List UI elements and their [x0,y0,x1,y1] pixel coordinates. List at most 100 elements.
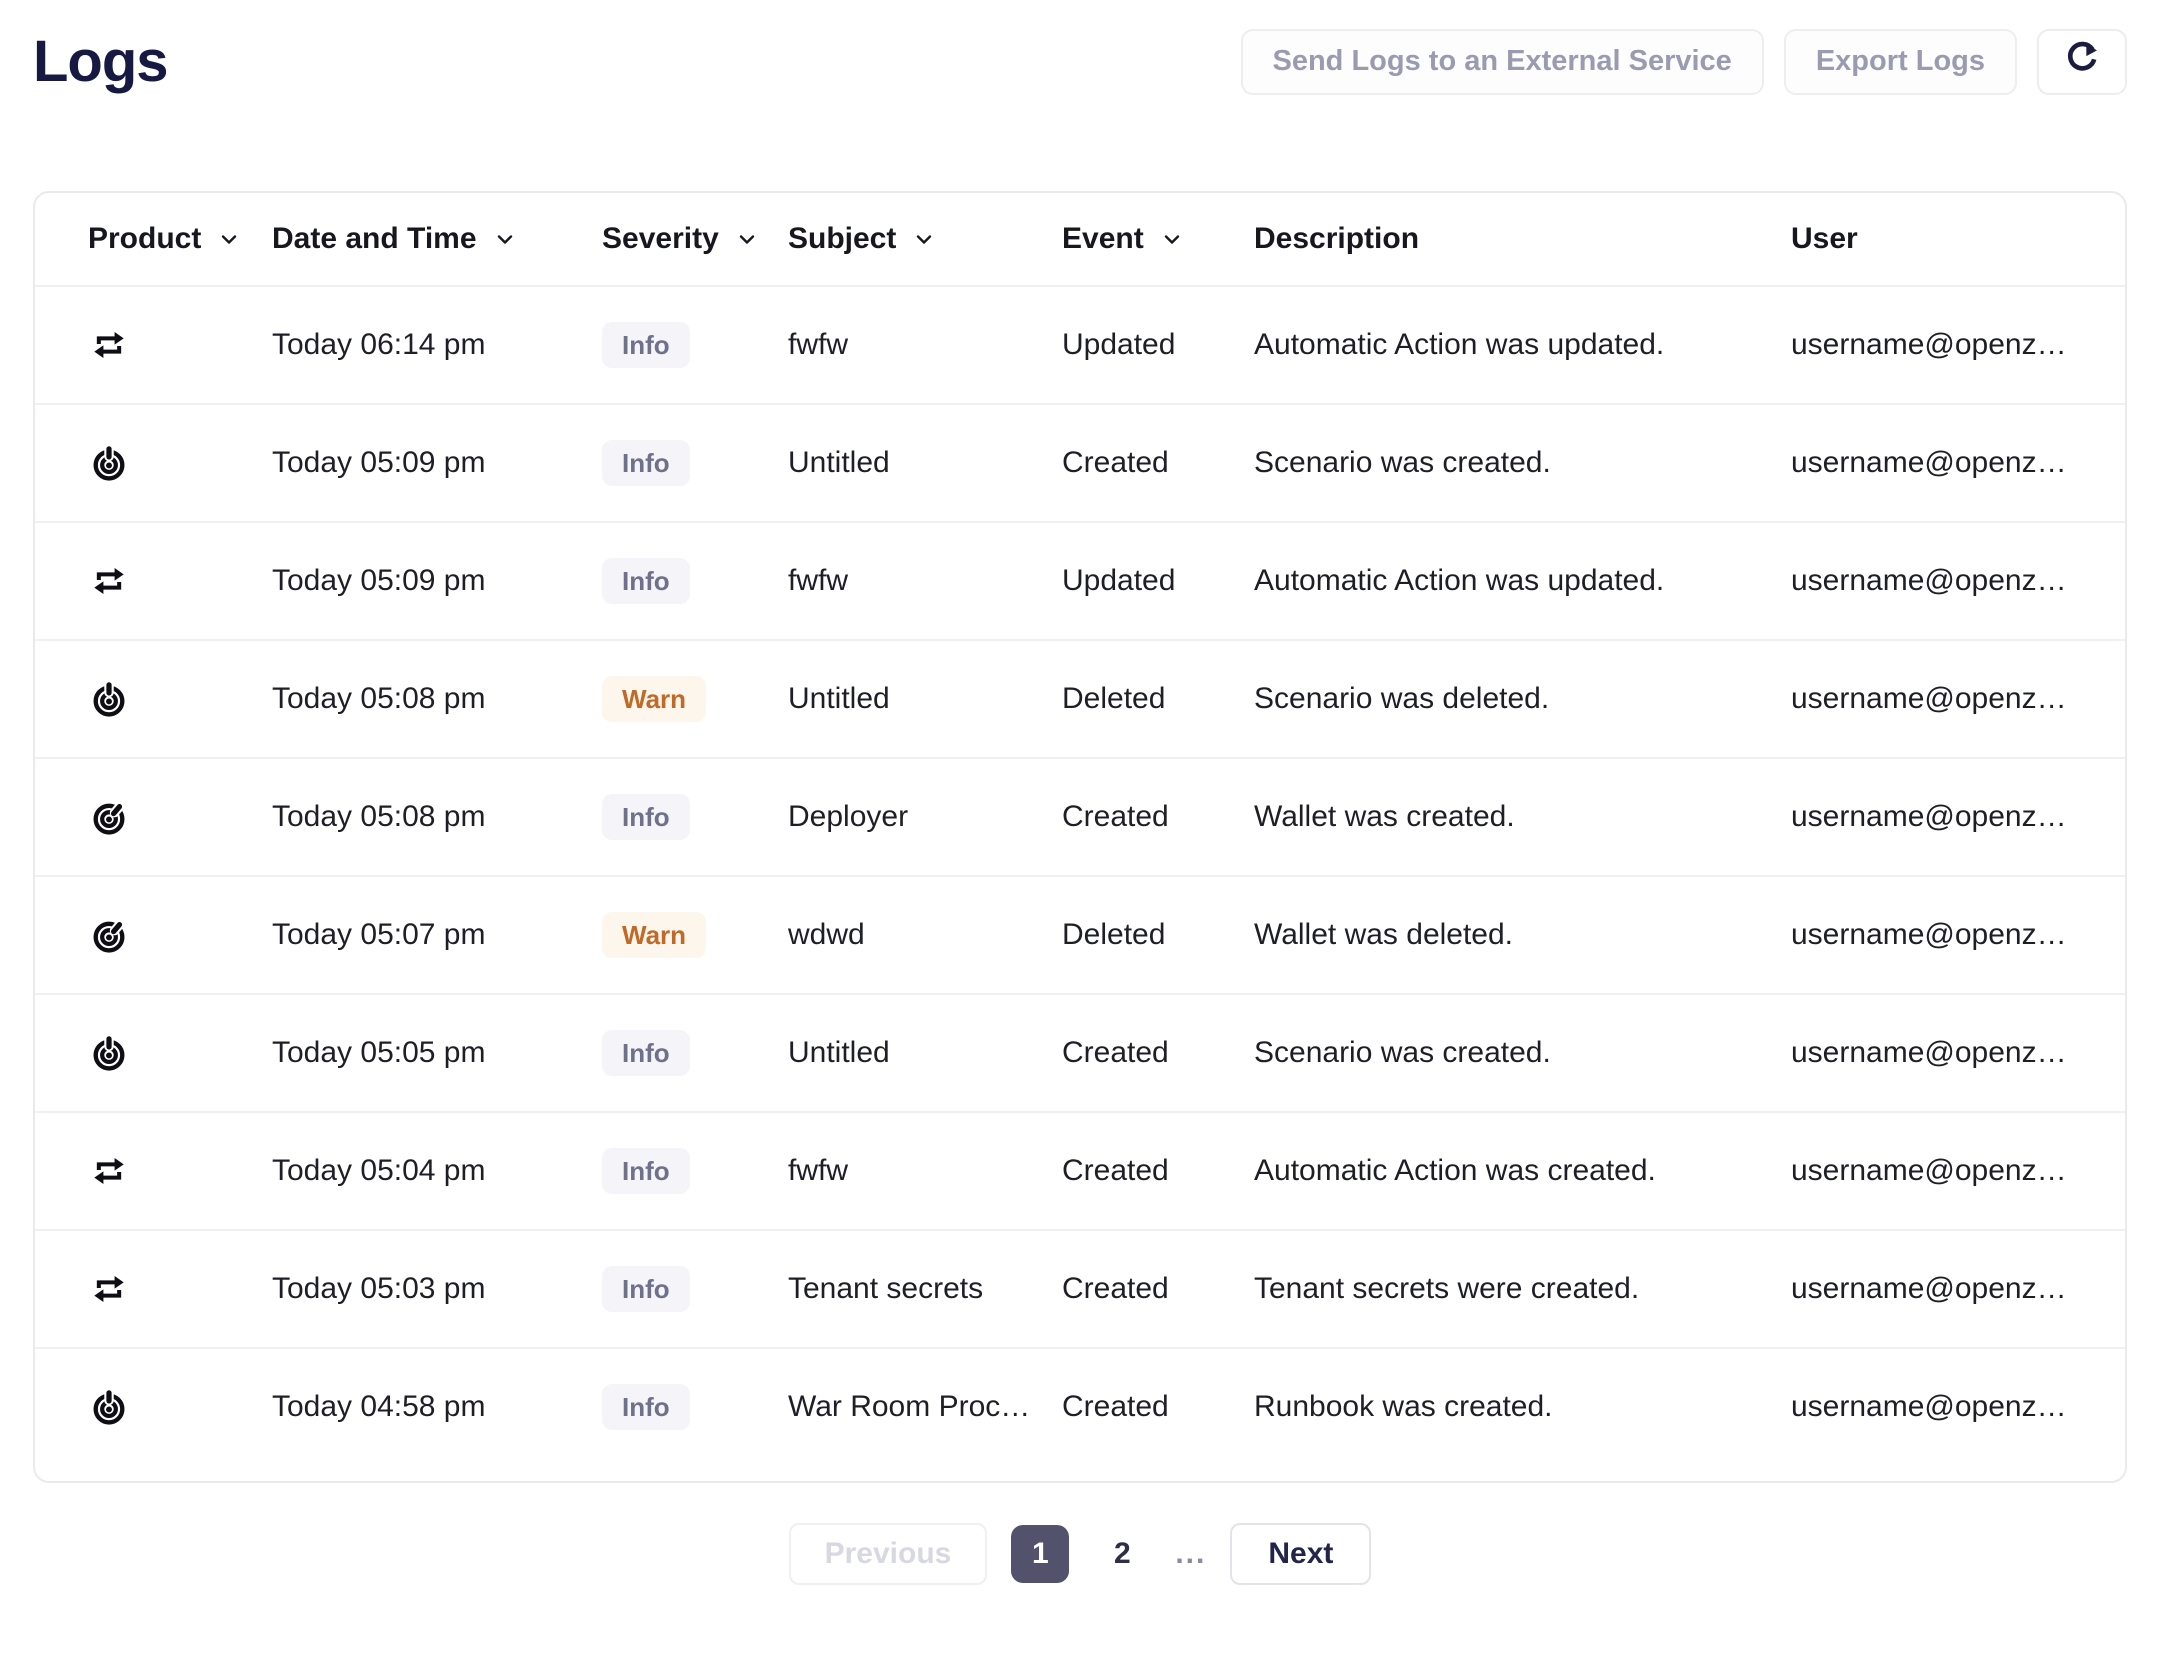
column-header-date-and-time[interactable]: Date and Time [272,222,602,256]
column-label: User [1791,222,1858,256]
product-cell [88,1268,272,1310]
event-cell: Created [1062,1036,1254,1070]
severity-badge: Info [602,1148,690,1194]
page-button-1[interactable]: 1 [1011,1525,1069,1583]
datetime-cell: Today 05:04 pm [272,1154,602,1188]
column-header-product[interactable]: Product [88,222,272,256]
severity-cell: Info [602,558,788,604]
product-cell [88,442,272,484]
description-cell: Runbook was created. [1254,1390,1791,1424]
severity-badge: Info [602,440,690,486]
table-row[interactable]: Today 05:04 pmInfofwfwCreatedAutomatic A… [35,1111,2125,1229]
description-cell: Wallet was deleted. [1254,918,1791,952]
logs-table-card: Product Date and Time Severity Subject E… [33,191,2127,1483]
severity-badge: Info [602,322,690,368]
toolbar: Send Logs to an External Service Export … [1241,29,2128,95]
severity-cell: Info [602,1148,788,1194]
description-cell: Scenario was created. [1254,446,1791,480]
datetime-cell: Today 05:05 pm [272,1036,602,1070]
severity-cell: Warn [602,912,788,958]
column-header-description: Description [1254,222,1791,256]
datetime-cell: Today 05:03 pm [272,1272,602,1306]
table-row[interactable]: Today 05:09 pmInfo UntitledCreatedScenari… [35,403,2125,521]
table-row[interactable]: Today 05:08 pmWarnUntitledDeletedScenari… [35,639,2125,757]
datetime-cell: Today 04:58 pm [272,1390,602,1424]
next-page-button[interactable]: Next [1230,1523,1371,1585]
subject-cell: Untitled [788,1036,1062,1070]
table-row[interactable]: Today 06:14 pmInfofwfwUpdatedAutomatic A… [35,285,2125,403]
datetime-cell: Today 05:09 pm [272,446,602,480]
event-cell: Created [1062,1154,1254,1188]
product-cell [88,678,272,720]
page-button-2[interactable]: 2 [1093,1525,1151,1583]
description-cell: Scenario was deleted. [1254,682,1791,716]
table-row[interactable]: Today 04:58 pmInfoWar Room Proced...Crea… [35,1347,2125,1465]
table-row[interactable]: Today 05:09 pmInfofwfwUpdatedAutomatic A… [35,521,2125,639]
column-label: Date and Time [272,222,477,256]
column-header-event[interactable]: Event [1062,222,1254,256]
table-row[interactable]: Today 05:03 pmInfoTenant secretsCreatedT… [35,1229,2125,1347]
refresh-icon [2062,38,2102,78]
previous-page-button[interactable]: Previous [789,1523,988,1585]
column-header-severity[interactable]: Severity [602,222,788,256]
product-cell [88,560,272,602]
user-cell: username@openzeppe... [1791,1272,2095,1306]
subject-cell: Untitled [788,446,1062,480]
actions-repeat-icon [88,1150,130,1192]
user-cell: username@openzeppe... [1791,682,2095,716]
event-cell: Created [1062,446,1254,480]
datetime-cell: Today 05:08 pm [272,800,602,834]
subject-cell: wdwd [788,918,1062,952]
column-header-subject[interactable]: Subject [788,222,1062,256]
chevron-down-icon [735,227,759,251]
subject-cell: Untitled [788,682,1062,716]
subject-cell: fwfw [788,564,1062,598]
user-cell: username@openzeppe... [1791,328,2095,362]
chevron-down-icon [912,227,936,251]
table-row[interactable]: Today 05:07 pmWarnwdwdDeletedWallet was … [35,875,2125,993]
relayers-icon [88,914,130,956]
severity-badge: Info [602,1266,690,1312]
subject-cell: War Room Proced... [788,1390,1062,1424]
user-cell: username@openzeppe... [1791,800,2095,834]
incident-response-icon [88,1386,130,1428]
severity-badge: Info [602,794,690,840]
page-title: Logs [33,28,168,95]
severity-badge: Info [602,1384,690,1430]
product-cell [88,796,272,838]
severity-cell: Warn [602,676,788,722]
severity-cell: Info [602,440,788,486]
chevron-down-icon [1160,227,1184,251]
product-cell [88,324,272,366]
relayers-icon [88,796,130,838]
description-cell: Automatic Action was updated. [1254,564,1791,598]
table-row[interactable]: Today 05:05 pmInfoUntitledCreatedScenari… [35,993,2125,1111]
table-body: Today 06:14 pmInfofwfwUpdatedAutomatic A… [35,285,2125,1465]
description-cell: Automatic Action was updated. [1254,328,1791,362]
refresh-icon [2062,38,2102,86]
event-cell: Deleted [1062,682,1254,716]
severity-badge: Warn [602,676,706,722]
table-header-row: Product Date and Time Severity Subject E… [35,193,2125,285]
column-label: Event [1062,222,1144,256]
send-logs-button[interactable]: Send Logs to an External Service [1241,29,1764,95]
datetime-cell: Today 05:07 pm [272,918,602,952]
product-cell [88,1386,272,1428]
subject-cell: fwfw [788,1154,1062,1188]
column-label: Subject [788,222,896,256]
subject-cell: Deployer [788,800,1062,834]
actions-repeat-icon [88,1268,130,1310]
datetime-cell: Today 06:14 pm [272,328,602,362]
product-cell [88,1150,272,1192]
severity-cell: Info [602,1266,788,1312]
column-label: Severity [602,222,719,256]
export-logs-button[interactable]: Export Logs [1784,29,2017,95]
datetime-cell: Today 05:09 pm [272,564,602,598]
logs-page: Logs Send Logs to an External Service Ex… [0,0,2160,1585]
event-cell: Deleted [1062,918,1254,952]
product-cell [88,914,272,956]
incident-response-icon [88,678,130,720]
refresh-button[interactable] [2037,29,2127,95]
table-row[interactable]: Today 05:08 pmInfoDeployerCreatedWallet … [35,757,2125,875]
user-cell: username@openzeppe... [1791,918,2095,952]
